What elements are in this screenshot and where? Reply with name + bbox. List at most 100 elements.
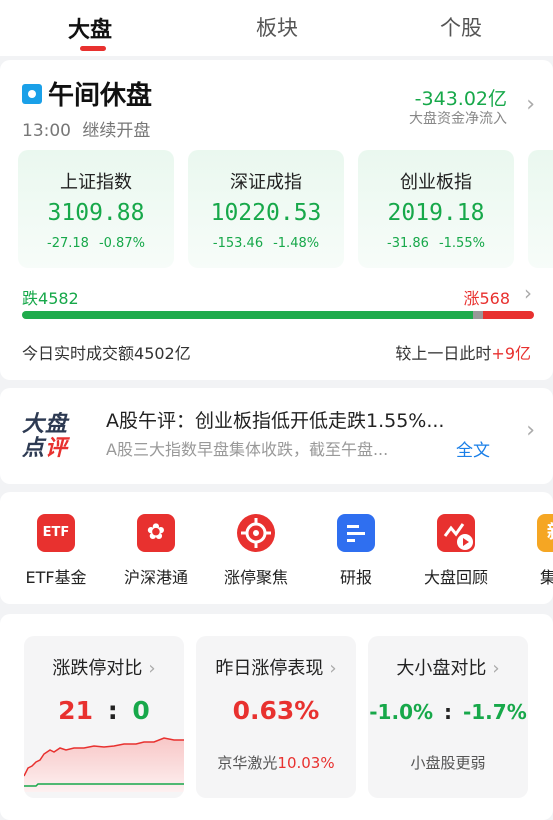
breadth-bar-down [22,311,473,319]
shortcut-etf[interactable]: ETF ETF基金 [11,514,101,588]
shortcut-hk-connect[interactable]: ✿ 沪深港通 [111,514,201,588]
shortcut-label: 沪深港通 [123,568,188,587]
top-tab-bar: 大盘 板块 个股 [0,0,553,56]
index-change-pct: -1.55% [438,236,485,251]
turnover-compare: 较上一日此时+9亿 [395,340,531,364]
net-inflow-label: 大盘资金净流入 [409,111,507,127]
card-title: 涨跌停对比 › [24,654,184,680]
turnover-compare-value: +9亿 [491,344,531,363]
large-cap-change: -1.0% [369,700,434,724]
index-card-szse[interactable]: 深证成指 10220.53 -153.46 -1.48% [188,150,344,268]
index-change-points: -27.18 [47,236,89,251]
limit-up-down-card[interactable]: 涨跌停对比 › 21 : 0 [24,636,184,798]
cap-size-ratio: -1.0% : -1.7% [368,700,528,724]
resume-time: 13:00 [22,121,71,141]
card-title-text: 涨跌停对比 [52,658,143,679]
resume-note: 继续开盘 [82,121,151,141]
logo-char-red: 评 [45,436,69,461]
index-card-chinext[interactable]: 创业板指 2019.18 -31.86 -1.55% [358,150,514,268]
limit-down-count: 0 [132,696,150,725]
small-cap-change: -1.7% [462,700,527,724]
decliners: 跌4582 [22,285,79,309]
advancers-label: 涨 [463,289,480,308]
market-commentary-card[interactable]: 大盘 点评 A股午评：创业板指低开低走跌1.55%... A股三大指数早盘集体收… [0,388,553,484]
advancers: 涨568 [463,285,510,309]
index-value: 10220.53 [210,200,322,226]
top-stock: 京华激光10.03% [196,752,356,773]
shortcut-label: 集合 [539,568,553,587]
target-icon [237,514,275,552]
logo-char: 点 [22,436,46,461]
turnover: 今日实时成交额4502亿 [22,340,191,364]
index-card-sse[interactable]: 上证指数 3109.88 -27.18 -0.87% [18,150,174,268]
cap-size-verdict: 小盘股更弱 [410,754,486,772]
breadth-bar-flat [473,311,483,319]
card-title: 昨日涨停表现 › [196,654,356,680]
decliners-label: 跌 [22,289,39,308]
tab-stocks[interactable]: 个股 [440,12,482,42]
tab-sectors[interactable]: 板块 [256,12,298,42]
shortcut-label: 研报 [339,568,372,587]
active-tab-indicator [80,46,106,51]
commentary-logo-line2: 点评 [22,430,68,462]
top-stock-name: 京华激光 [217,754,278,772]
chevron-right-icon[interactable]: › [526,92,535,117]
card-title-text: 昨日涨停表现 [215,658,324,679]
turnover-label: 今日实时成交额 [22,344,135,363]
index-change: -153.46 -1.48% [188,236,344,251]
top-stock-change: 10.03% [277,754,335,772]
sun-icon [22,84,42,104]
index-name: 创业板指 [400,172,472,193]
etf-icon: ETF [37,514,75,552]
commentary-title[interactable]: A股午评：创业板指低开低走跌1.55%... [106,406,506,433]
decliners-count: 4582 [38,289,79,308]
market-status-title: 午间休盘 [48,81,153,111]
market-overview-card: 午间休盘 13:00 继续开盘 -343.02亿 大盘资金净流入 › 上证指数 … [0,60,553,380]
market-status-time: 13:00 继续开盘 [22,116,150,141]
tab-market[interactable]: 大盘 [68,12,112,44]
shortcut-label: 涨停聚焦 [223,568,288,587]
chevron-right-icon: › [492,658,500,679]
index-change-pct: -1.48% [273,236,320,251]
index-card-partial[interactable] [528,150,553,268]
auction-icon: 新 [537,514,553,552]
index-change-points: -31.86 [387,236,429,251]
index-change-pct: -0.87% [98,236,145,251]
video-replay-icon [437,514,475,552]
full-text-link[interactable]: 全文 [456,436,490,461]
market-stats-section: 涨跌停对比 › 21 : 0 昨日涨停表现 › 0.63% 京华激光10.03% 大… [0,614,553,820]
index-change-points: -153.46 [212,236,264,251]
chevron-right-icon[interactable]: › [526,418,535,443]
turnover-compare-label: 较上一日此时 [395,344,492,363]
limit-up-performance: 0.63% [232,696,320,725]
limit-up-count: 21 [58,696,93,725]
index-change: -27.18 -0.87% [18,236,174,251]
shortcut-market-replay[interactable]: 大盘回顾 [411,514,501,588]
cap-size-compare-card[interactable]: 大小盘对比 › -1.0% : -1.7% 小盘股更弱 [368,636,528,798]
shortcut-research[interactable]: 研报 [311,514,401,588]
breadth-bar-up [483,311,534,319]
ratio-separator: : [107,696,118,725]
shortcut-auction[interactable]: 新 集合 [511,514,553,588]
chevron-right-icon: › [148,658,156,679]
index-name: 上证指数 [60,172,132,193]
chevron-right-icon: › [329,658,337,679]
limit-ratio: 21 : 0 [24,696,184,725]
turnover-value: 4502亿 [134,344,191,363]
shortcut-label: ETF基金 [25,568,87,587]
shortcut-limit-up[interactable]: 涨停聚焦 [211,514,301,588]
commentary-summary: A股三大指数早盘集体收跌，截至午盘... [106,440,389,459]
yesterday-limit-up-card[interactable]: 昨日涨停表现 › 0.63% 京华激光10.03% [196,636,356,798]
chevron-right-icon[interactable]: › [524,281,532,305]
card-title-text: 大小盘对比 [396,658,487,679]
market-breadth[interactable]: 跌4582 涨568 › [22,281,532,309]
shortcut-label: 大盘回顾 [423,568,488,587]
index-value: 3109.88 [47,200,145,226]
shortcut-bar: ETF ETF基金 ✿ 沪深港通 涨停聚焦 研报 大盘回顾 新 集合 [0,492,553,604]
net-inflow-value[interactable]: -343.02亿 [415,84,507,111]
ratio-separator: : [444,700,452,724]
index-value: 2019.18 [387,200,485,226]
limit-trend-sparkline [24,737,184,792]
index-name: 深证成指 [230,172,302,193]
breadth-bar [22,311,534,319]
